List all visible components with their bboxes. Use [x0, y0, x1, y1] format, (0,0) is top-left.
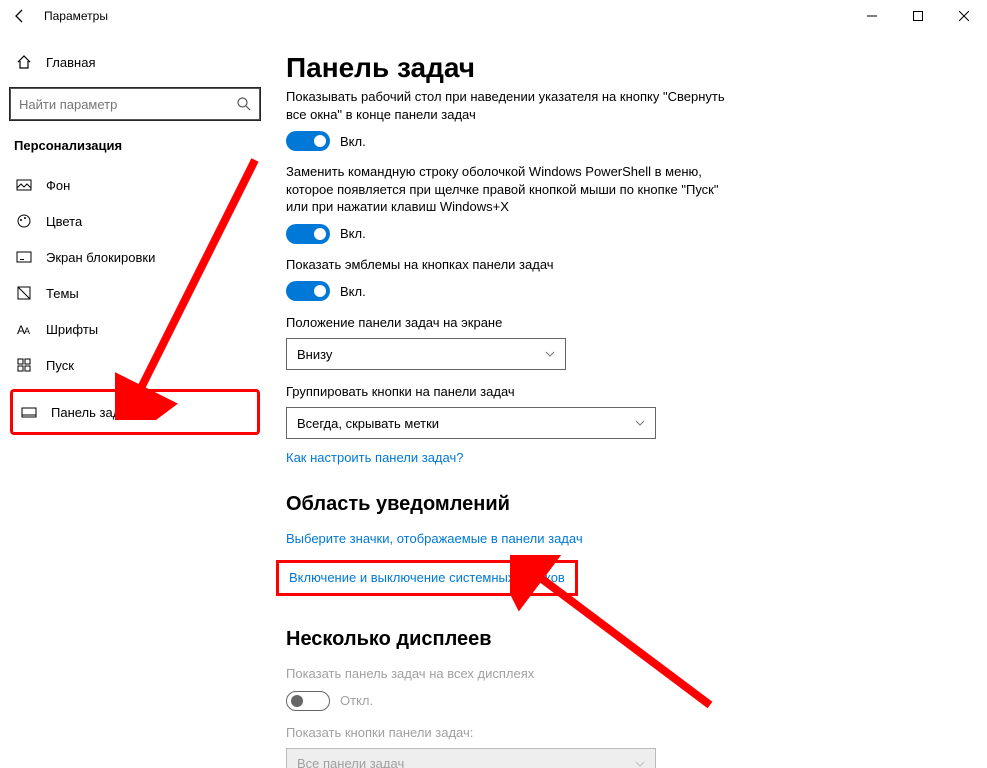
picture-icon	[16, 177, 32, 193]
home-label: Главная	[46, 55, 95, 70]
search-box[interactable]	[10, 88, 260, 120]
option-powershell-label: Заменить командную строку оболочкой Wind…	[286, 163, 726, 216]
taskbar-position-select[interactable]: Внизу	[286, 338, 566, 370]
toggle-desktop-peek[interactable]	[286, 131, 330, 151]
system-icons-link[interactable]: Включение и выключение системных значков	[289, 570, 565, 585]
combine-buttons-label: Группировать кнопки на панели задач	[286, 384, 957, 399]
sidebar-item-colors[interactable]: Цвета	[10, 203, 260, 239]
select-value: Все панели задач	[297, 756, 404, 768]
annotation-highlight-sidebar: Панель задач	[10, 389, 260, 435]
sidebar-item-label: Цвета	[46, 214, 82, 229]
toggle-state: Вкл.	[340, 134, 366, 149]
window-controls	[849, 0, 987, 32]
annotation-highlight-link: Включение и выключение системных значков	[276, 560, 578, 596]
themes-icon	[16, 285, 32, 301]
toggle-state: Вкл.	[340, 226, 366, 241]
window-title: Параметры	[36, 9, 108, 23]
toggle-badges[interactable]	[286, 281, 330, 301]
toggle-powershell[interactable]	[286, 224, 330, 244]
select-value: Всегда, скрывать метки	[297, 416, 439, 431]
sidebar: Главная Персонализация Фон Цвета Экран б…	[0, 32, 270, 768]
section-multiple-displays: Несколько дисплеев	[286, 628, 957, 651]
arrow-left-icon	[12, 8, 28, 24]
taskbar-position-label: Положение панели задач на экране	[286, 315, 957, 330]
content: Панель задач Показывать рабочий стол при…	[270, 32, 987, 768]
search-icon	[236, 96, 252, 112]
minimize-button[interactable]	[849, 0, 895, 32]
svg-text:A: A	[24, 326, 30, 336]
maximize-button[interactable]	[895, 0, 941, 32]
lockscreen-icon	[16, 249, 32, 265]
close-button[interactable]	[941, 0, 987, 32]
option-badges-label: Показать эмблемы на кнопках панели задач	[286, 256, 726, 274]
sidebar-item-label: Панель задач	[51, 405, 134, 420]
toggle-multi-show[interactable]	[286, 691, 330, 711]
start-icon	[16, 357, 32, 373]
sidebar-item-lockscreen[interactable]: Экран блокировки	[10, 239, 260, 275]
section-notification-area: Область уведомлений	[286, 493, 957, 516]
sidebar-item-label: Пуск	[46, 358, 74, 373]
option-desktop-peek-label: Показывать рабочий стол при наведении ук…	[286, 88, 726, 123]
sidebar-item-start[interactable]: Пуск	[10, 347, 260, 383]
category-label: Персонализация	[14, 138, 260, 153]
search-input[interactable]	[10, 88, 260, 120]
palette-icon	[16, 213, 32, 229]
combine-buttons-select[interactable]: Всегда, скрывать метки	[286, 407, 656, 439]
sidebar-item-background[interactable]: Фон	[10, 167, 260, 203]
chevron-down-icon	[545, 349, 555, 359]
sidebar-item-label: Экран блокировки	[46, 250, 155, 265]
toggle-state: Откл.	[340, 693, 373, 708]
page-title: Панель задач	[286, 52, 957, 84]
fonts-icon: AA	[16, 321, 32, 337]
chevron-down-icon	[635, 759, 645, 768]
sidebar-item-label: Темы	[46, 286, 79, 301]
titlebar: Параметры	[0, 0, 987, 32]
sidebar-item-label: Шрифты	[46, 322, 98, 337]
sidebar-item-taskbar[interactable]: Панель задач	[15, 394, 255, 430]
sidebar-item-themes[interactable]: Темы	[10, 275, 260, 311]
back-button[interactable]	[4, 0, 36, 32]
multi-buttons-label: Показать кнопки панели задач:	[286, 725, 957, 740]
chevron-down-icon	[635, 418, 645, 428]
multi-buttons-select: Все панели задач	[286, 748, 656, 768]
toggle-state: Вкл.	[340, 284, 366, 299]
home-icon	[16, 54, 32, 70]
taskbar-icon	[21, 404, 37, 420]
select-icons-link[interactable]: Выберите значки, отображаемые в панели з…	[286, 531, 583, 546]
help-link[interactable]: Как настроить панели задач?	[286, 450, 463, 465]
sidebar-item-label: Фон	[46, 178, 70, 193]
sidebar-item-fonts[interactable]: AA Шрифты	[10, 311, 260, 347]
select-value: Внизу	[297, 347, 332, 362]
multi-show-label: Показать панель задач на всех дисплеях	[286, 665, 726, 683]
home-link[interactable]: Главная	[10, 46, 260, 78]
